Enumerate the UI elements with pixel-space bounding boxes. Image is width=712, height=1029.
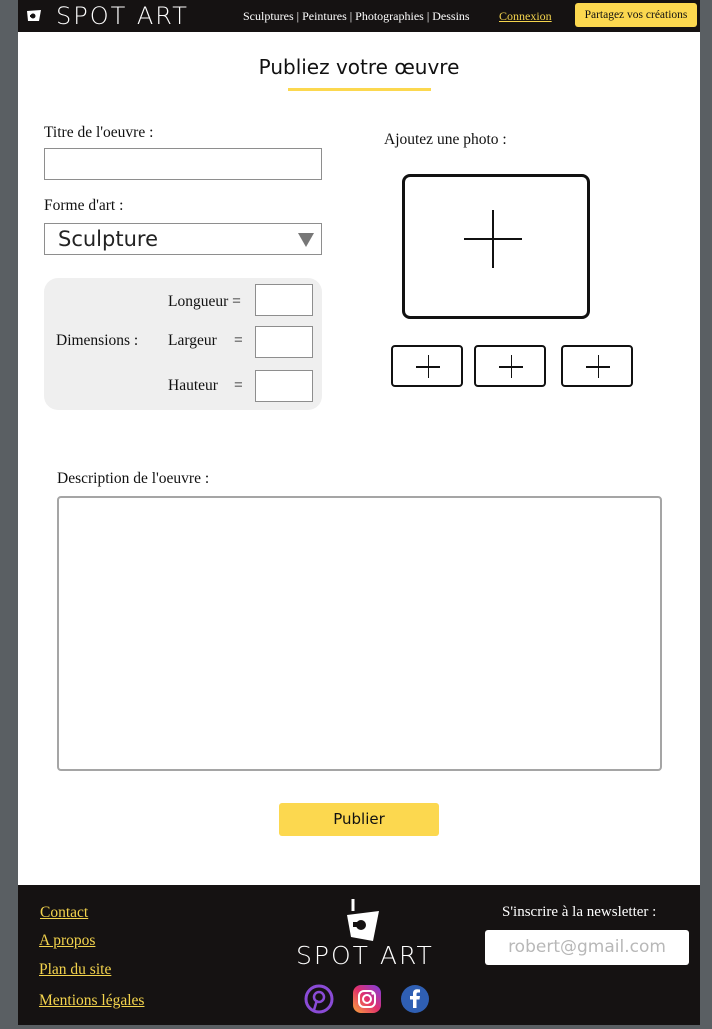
art-form-label: Forme d'art :: [44, 197, 124, 214]
page-title: Publiez votre œuvre: [258, 55, 460, 79]
top-header: SPOT ART Sculptures | Peintures | Photograph…: [18, 0, 700, 32]
height-label: Hauteur: [168, 377, 218, 394]
title-underline: [288, 88, 431, 91]
length-input[interactable]: [255, 284, 313, 316]
width-equals: =: [234, 332, 243, 349]
newsletter-email-input[interactable]: robert@gmail.com: [485, 930, 689, 965]
description-textarea[interactable]: [57, 496, 662, 771]
description-label: Description de l'oeuvre :: [57, 470, 210, 487]
nav-photographies[interactable]: Photographies: [355, 9, 424, 23]
dimensions-panel: Dimensions : Longueur = Largeur = Hauteu…: [44, 278, 322, 410]
length-label: Longueur =: [168, 293, 241, 310]
photo-label: Ajoutez une photo :: [384, 131, 507, 148]
thumbnail-upload-3[interactable]: [561, 345, 633, 387]
footer-link-legal[interactable]: Mentions légales: [39, 992, 144, 1010]
title-label: Titre de l'oeuvre :: [44, 124, 154, 141]
main-nav: Sculptures | Peintures | Photographies | Dessi…: [243, 9, 470, 23]
share-creations-button[interactable]: Partagez vos créations: [575, 3, 697, 27]
logo-icon: [347, 899, 379, 941]
thumbnail-upload-2[interactable]: [474, 345, 546, 387]
facebook-icon[interactable]: [400, 984, 430, 1014]
footer-link-contact[interactable]: Contact: [40, 904, 88, 922]
footer-link-about[interactable]: A propos: [39, 932, 95, 950]
width-input[interactable]: [255, 326, 313, 358]
art-form-select[interactable]: Sculpture: [44, 223, 322, 255]
width-label: Largeur: [168, 332, 217, 349]
art-form-value: Sculpture: [58, 227, 158, 251]
newsletter-label: S'inscrire à la newsletter :: [502, 904, 657, 920]
nav-dessins[interactable]: Dessins: [432, 9, 469, 23]
thumbnail-upload-1[interactable]: [391, 345, 463, 387]
publish-button[interactable]: Publier: [279, 803, 439, 836]
main-photo-upload[interactable]: [402, 174, 590, 319]
plus-icon: [597, 355, 599, 378]
title-input[interactable]: [44, 148, 322, 180]
dimensions-label: Dimensions :: [56, 332, 139, 349]
height-input[interactable]: [255, 370, 313, 402]
logo-icon: [27, 10, 41, 21]
footer-brand: SPOT ART: [296, 941, 434, 970]
nav-sculptures[interactable]: Sculptures: [243, 9, 294, 23]
footer: Contact A propos Plan du site Mentions l…: [18, 885, 700, 1025]
pinterest-icon[interactable]: [304, 984, 334, 1014]
footer-link-sitemap[interactable]: Plan du site: [39, 961, 111, 979]
height-equals: =: [234, 377, 243, 394]
brand-name[interactable]: SPOT ART: [56, 0, 189, 32]
instagram-icon[interactable]: [352, 984, 382, 1014]
plus-icon: [492, 210, 494, 268]
nav-peintures[interactable]: Peintures: [302, 9, 347, 23]
plus-icon: [510, 355, 512, 378]
login-link[interactable]: Connexion: [499, 0, 552, 32]
plus-icon: [427, 355, 429, 378]
dropdown-arrow-icon: [298, 233, 314, 247]
